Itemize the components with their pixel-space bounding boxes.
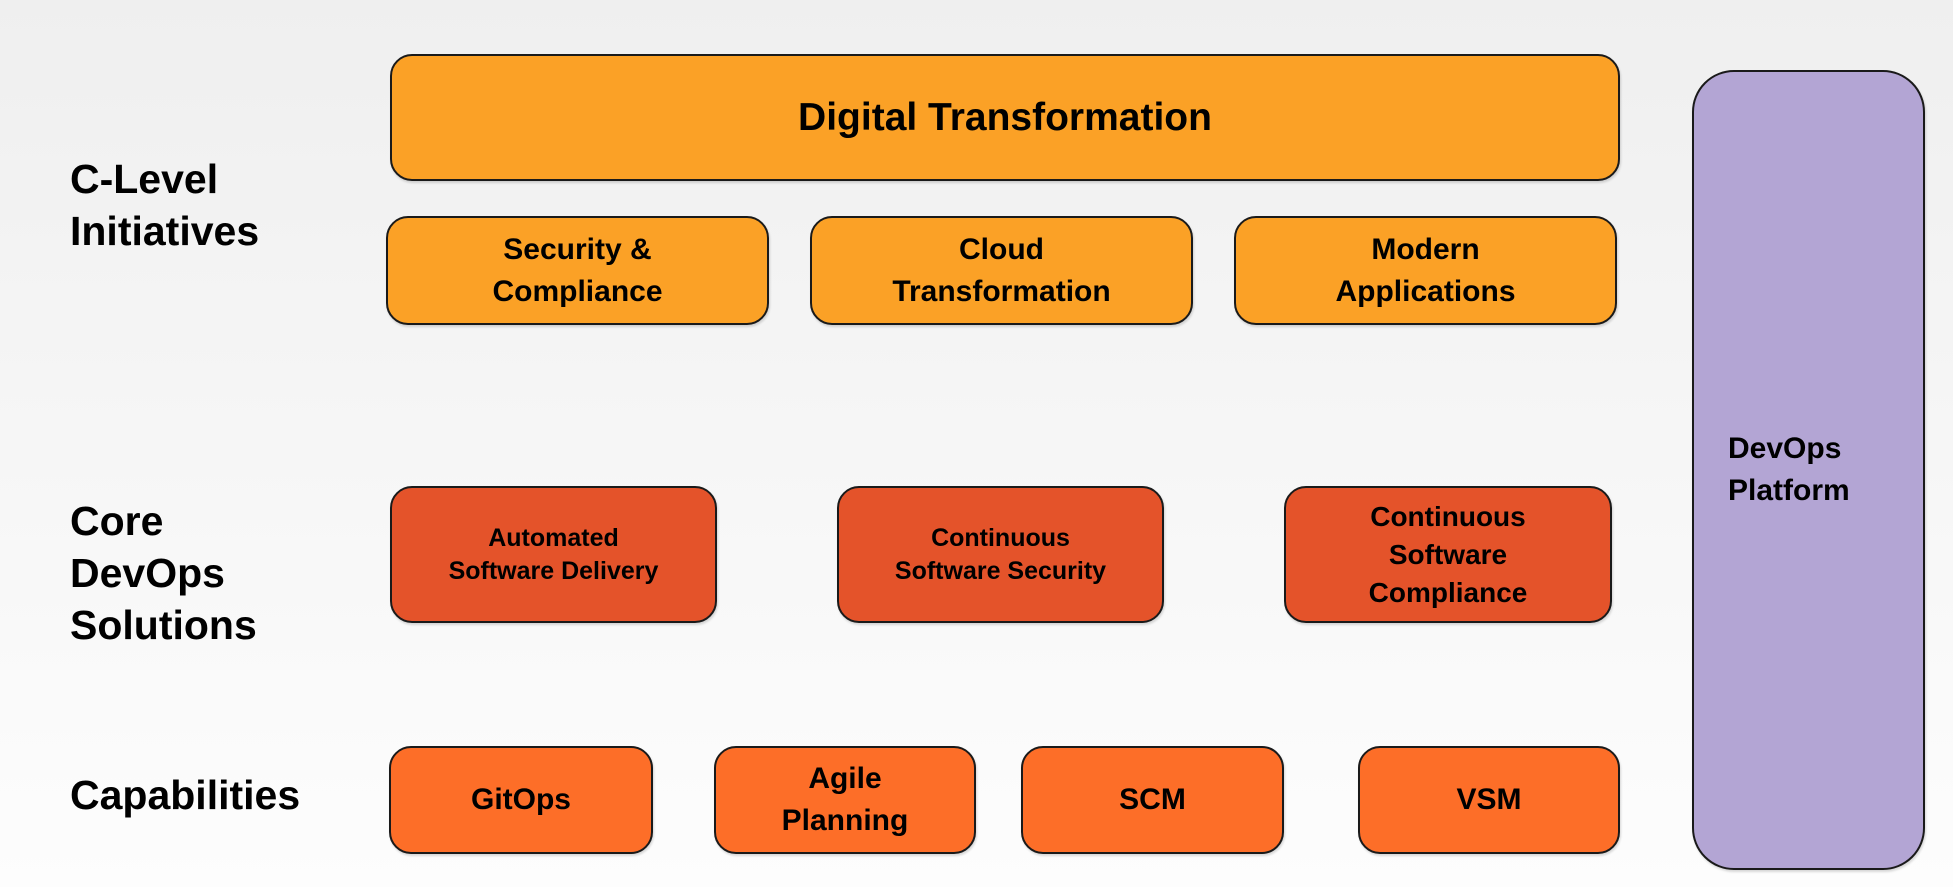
box-scm: SCM — [1021, 746, 1284, 854]
box-continuous-software-security: Continuous Software Security — [837, 486, 1164, 623]
row-label-capabilities: Capabilities — [70, 772, 301, 818]
row-label-core-devops-solutions: Core DevOps Solutions — [70, 498, 257, 648]
box-vsm: VSM — [1358, 746, 1620, 854]
box-agile-planning: Agile Planning — [714, 746, 976, 854]
box-digital-transformation: Digital Transformation — [390, 54, 1620, 181]
box-gitops: GitOps — [389, 746, 653, 854]
row-label-c-level-initiatives: C-Level Initiatives — [70, 156, 260, 254]
box-devops-platform: DevOps Platform — [1692, 70, 1925, 870]
box-continuous-software-compliance: Continuous Software Compliance — [1284, 486, 1612, 623]
box-cloud-transformation: Cloud Transformation — [810, 216, 1193, 325]
box-modern-applications: Modern Applications — [1234, 216, 1617, 325]
box-security-compliance: Security & Compliance — [386, 216, 769, 325]
box-automated-software-delivery: Automated Software Delivery — [390, 486, 717, 623]
devops-platform-label: DevOps Platform — [1728, 432, 1850, 507]
